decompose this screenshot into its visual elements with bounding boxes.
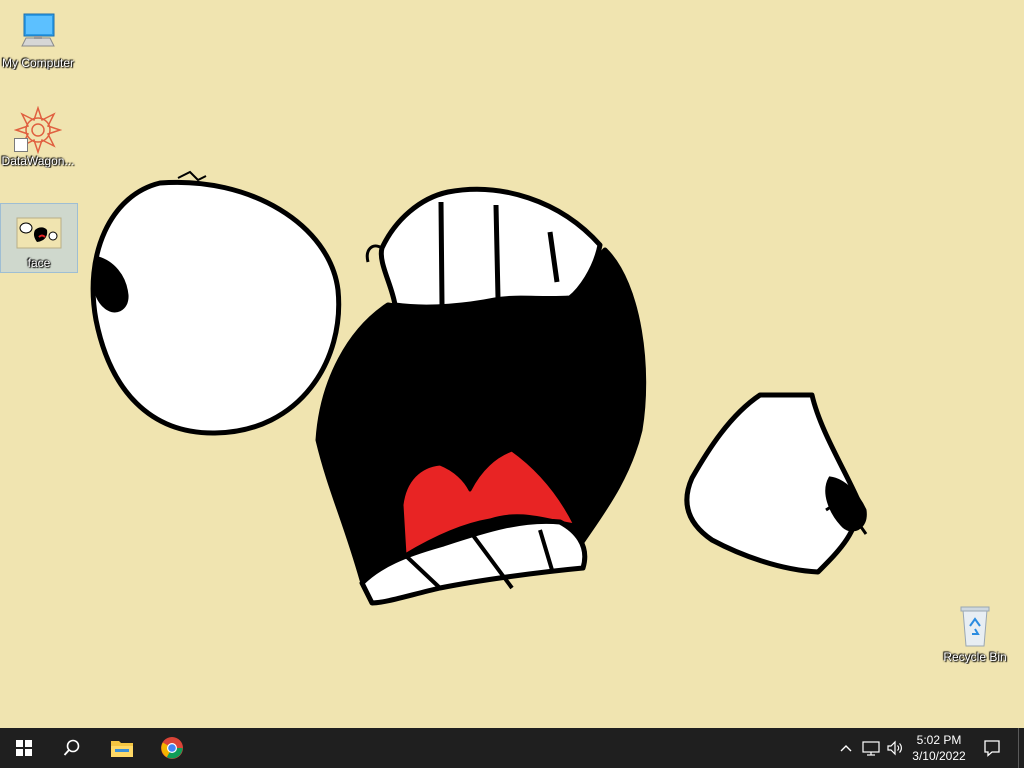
search-button[interactable] xyxy=(48,728,96,768)
chrome-icon xyxy=(161,737,183,759)
image-file-icon xyxy=(15,208,63,256)
desktop-icon-label: Recycle Bin xyxy=(943,650,1007,664)
computer-icon xyxy=(14,8,62,56)
tray-overflow-button[interactable] xyxy=(836,728,856,768)
volume-icon xyxy=(887,740,902,756)
taskbar: 5:02 PM 3/10/2022 xyxy=(0,728,1024,768)
left-eye xyxy=(90,179,342,436)
start-button[interactable] xyxy=(0,728,48,768)
taskbar-file-explorer[interactable] xyxy=(98,728,146,768)
recycle-bin-icon xyxy=(951,602,999,650)
upper-teeth xyxy=(378,186,603,310)
search-icon xyxy=(63,739,80,756)
desktop[interactable]: My Computer DataWagon... face Recycle Bi… xyxy=(0,0,1024,728)
desktop-icon-my-computer[interactable]: My Computer xyxy=(0,4,76,70)
windows-start-icon xyxy=(16,740,32,756)
desktop-icon-label: face xyxy=(27,256,51,270)
desktop-icon-face[interactable]: face xyxy=(0,203,78,273)
desktop-icon-recycle-bin[interactable]: Recycle Bin xyxy=(937,598,1013,664)
taskbar-chrome[interactable] xyxy=(148,728,196,768)
chevron-up-icon xyxy=(840,745,852,752)
left-eye-scribble xyxy=(177,170,207,182)
clock-date: 3/10/2022 xyxy=(912,749,966,763)
notifications-button[interactable] xyxy=(980,728,1004,768)
tray-network-button[interactable] xyxy=(860,728,882,768)
wallpaper-drawing xyxy=(90,170,868,606)
network-icon xyxy=(862,741,880,756)
datawagon-icon xyxy=(13,105,63,155)
shortcut-arrow-icon xyxy=(14,138,28,152)
clock-time: 5:02 PM xyxy=(916,733,962,747)
desktop-icon-label: DataWagon... xyxy=(1,154,75,168)
notifications-icon xyxy=(984,740,1000,757)
desktop-icon-datawagon[interactable]: DataWagon... xyxy=(0,102,76,168)
taskbar-clock[interactable]: 5:02 PM 3/10/2022 xyxy=(906,732,972,764)
show-desktop-button[interactable] xyxy=(1018,728,1024,768)
desktop-icon-label: My Computer xyxy=(1,56,75,70)
file-explorer-icon xyxy=(111,741,133,757)
tray-volume-button[interactable] xyxy=(884,728,906,768)
